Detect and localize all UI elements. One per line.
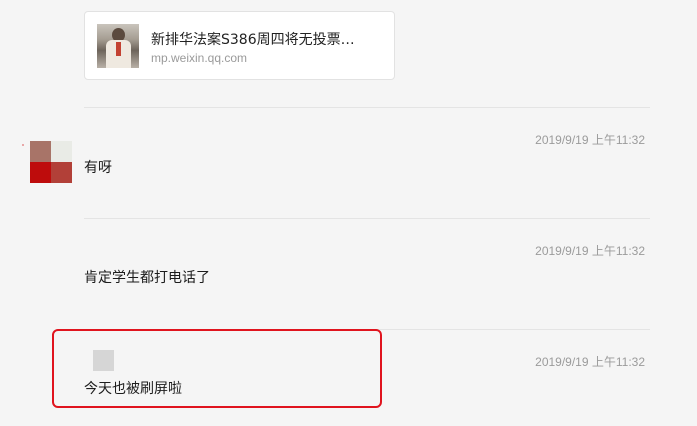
message-timestamp: 2019/9/19 上午11:32 [535,244,645,258]
link-thumbnail-image [97,24,139,68]
shared-link-card[interactable]: 新排华法案S386周四将无投票… mp.weixin.qq.com [84,11,395,80]
decorative-dot [22,144,24,146]
message-divider [84,107,650,108]
message-text: 有呀 [84,160,112,176]
avatar[interactable] [30,141,72,183]
message-timestamp: 2019/9/19 上午11:32 [535,355,645,369]
message-divider [84,218,650,219]
highlight-annotation-box [52,329,382,408]
message-text: 肯定学生都打电话了 [84,270,210,286]
link-domain: mp.weixin.qq.com [151,51,248,65]
message-timestamp: 2019/9/19 上午11:32 [535,133,645,147]
link-title: 新排华法案S386周四将无投票… [151,32,355,48]
